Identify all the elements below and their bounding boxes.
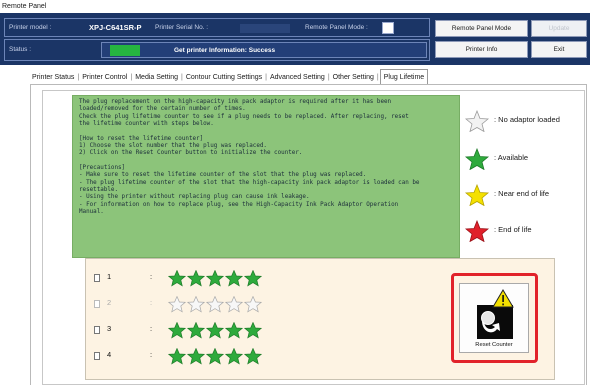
white-star-icon bbox=[167, 295, 187, 313]
slot-4-number: 4 bbox=[107, 350, 112, 359]
status-text: Get printer Information: Success bbox=[174, 47, 276, 54]
green-star-icon bbox=[224, 269, 244, 287]
green-star-icon bbox=[205, 269, 225, 287]
legend-label-end-of-life: : End of life bbox=[494, 225, 532, 234]
green-star-icon bbox=[186, 269, 206, 287]
white-star-icon bbox=[464, 110, 490, 132]
tab-other-setting[interactable]: Other Setting bbox=[331, 70, 376, 85]
green-star-icon bbox=[464, 148, 490, 170]
remote-panel-mode-button[interactable]: Remote Panel Mode bbox=[435, 20, 528, 37]
slot-2-stars bbox=[167, 295, 263, 315]
green-star-icon bbox=[186, 321, 206, 339]
legend-near-end: : Near end of life bbox=[464, 184, 586, 206]
legend-no-adaptor: : No adaptor loaded bbox=[464, 110, 586, 132]
slot-4-checkbox[interactable] bbox=[94, 352, 100, 360]
status-indicator bbox=[110, 45, 140, 56]
tab-printer-status[interactable]: Printer Status bbox=[30, 70, 76, 85]
white-star-icon bbox=[224, 295, 244, 313]
status-display: Get printer Information: Success bbox=[101, 42, 427, 58]
slot-3-checkbox[interactable] bbox=[94, 326, 100, 334]
slot-stars-svg bbox=[167, 269, 263, 287]
tab-plug-lifetime[interactable]: Plug Lifetime bbox=[379, 69, 429, 85]
white-star-icon bbox=[186, 295, 206, 313]
printer-model-value: XPJ-C641SR-P bbox=[89, 23, 142, 32]
serial-value-redacted bbox=[240, 24, 290, 33]
printer-model-label: Printer model : bbox=[9, 24, 52, 31]
red-star-icon bbox=[464, 220, 490, 242]
slot-stars-svg bbox=[167, 321, 263, 339]
slot-1-checkbox[interactable] bbox=[94, 274, 100, 282]
exit-button[interactable]: Exit bbox=[531, 41, 587, 58]
printer-info-row: Printer model : XPJ-C641SR-P Printer Ser… bbox=[4, 18, 430, 37]
green-star-icon bbox=[243, 321, 263, 339]
slot-2-checkbox bbox=[94, 300, 100, 308]
white-star-icon bbox=[205, 295, 225, 313]
reset-counter-label: Reset Counter bbox=[475, 342, 513, 348]
printer-info-button[interactable]: Printer Info bbox=[435, 41, 528, 58]
tab-media-setting[interactable]: Media Setting bbox=[133, 70, 180, 85]
window-title: Remote Panel bbox=[0, 0, 590, 13]
serial-label: Printer Serial No. : bbox=[155, 24, 209, 31]
remote-mode-checkbox[interactable] bbox=[382, 22, 394, 34]
green-star-icon bbox=[167, 269, 187, 287]
legend-end-of-life: : End of life bbox=[464, 220, 586, 242]
slot-4-colon: : bbox=[150, 350, 153, 359]
slot-4-stars bbox=[167, 347, 263, 367]
green-star-icon bbox=[224, 347, 244, 365]
green-star-icon bbox=[205, 347, 225, 365]
slot-3-stars bbox=[167, 321, 263, 341]
white-star-icon bbox=[243, 295, 263, 313]
remote-mode-label: Remote Panel Mode : bbox=[305, 24, 368, 31]
printer-header: Printer model : XPJ-C641SR-P Printer Ser… bbox=[0, 13, 590, 65]
green-star-icon bbox=[167, 321, 187, 339]
legend-label-no-adaptor: : No adaptor loaded bbox=[494, 115, 560, 124]
yellow-star-icon bbox=[464, 184, 490, 206]
slot-1-stars bbox=[167, 269, 263, 289]
update-button[interactable]: Update bbox=[531, 20, 587, 37]
status-label: Status : bbox=[9, 46, 32, 53]
tab-advanced-setting[interactable]: Advanced Setting bbox=[268, 70, 327, 85]
reset-counter-icon bbox=[477, 289, 514, 339]
green-star-icon bbox=[205, 321, 225, 339]
settings-tabs: Printer Status | Printer Control | Media Set… bbox=[30, 69, 429, 85]
slot-3-colon: : bbox=[150, 324, 153, 333]
slot-3-number: 3 bbox=[107, 324, 112, 333]
slot-1-number: 1 bbox=[107, 272, 112, 281]
status-row: Status : Get printer Information: Succes… bbox=[4, 39, 430, 61]
slot-2-colon: : bbox=[150, 298, 153, 307]
tab-printer-control[interactable]: Printer Control bbox=[80, 70, 129, 85]
instructions-text: The plug replacement on the high-capacit… bbox=[72, 95, 460, 258]
tab-contour-cutting-settings[interactable]: Contour Cutting Settings bbox=[184, 70, 264, 85]
green-star-icon bbox=[224, 321, 244, 339]
legend-available: : Available bbox=[464, 148, 586, 170]
reset-counter-button[interactable]: Reset Counter bbox=[459, 283, 529, 353]
green-star-icon bbox=[186, 347, 206, 365]
green-star-icon bbox=[243, 269, 263, 287]
slot-1-colon: : bbox=[150, 272, 153, 281]
green-star-icon bbox=[167, 347, 187, 365]
legend-label-near-end: : Near end of life bbox=[494, 189, 550, 198]
legend-label-available: : Available bbox=[494, 153, 529, 162]
slot-stars-svg bbox=[167, 295, 263, 313]
slot-stars-svg bbox=[167, 347, 263, 365]
slot-2-number: 2 bbox=[107, 298, 112, 307]
green-star-icon bbox=[243, 347, 263, 365]
